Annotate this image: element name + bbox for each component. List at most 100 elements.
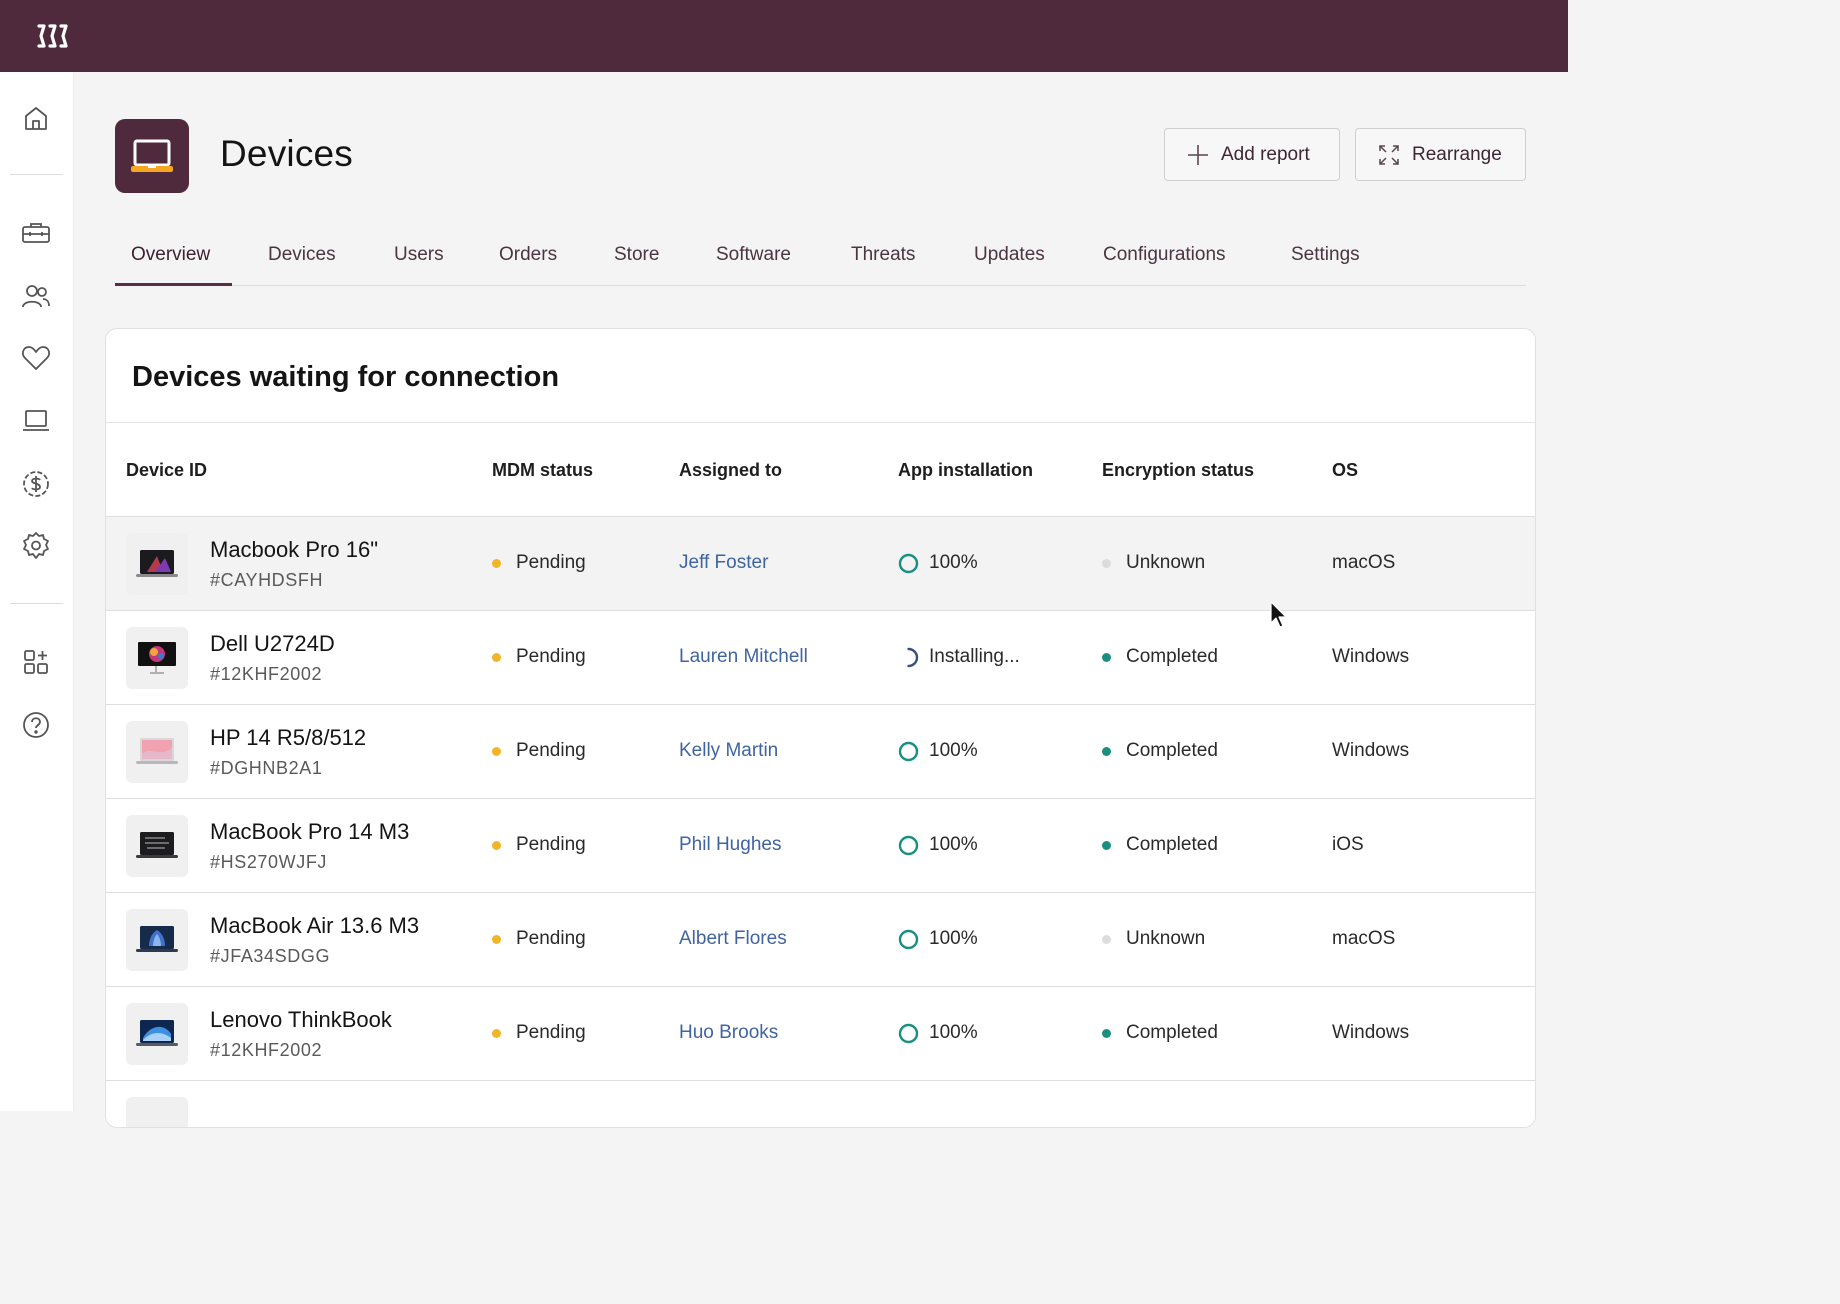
assigned-user-link[interactable]: Huo Brooks: [679, 1022, 778, 1044]
mdm-status: Pending: [492, 646, 586, 668]
encryption-status: Completed: [1102, 646, 1218, 668]
mdm-status-text: Pending: [516, 928, 586, 949]
progress-ring-icon: [898, 553, 919, 574]
app-installation: Installing...: [898, 646, 1020, 668]
progress-ring-icon: [898, 741, 919, 762]
completed-dot-icon: [1102, 746, 1111, 756]
assigned-user-link[interactable]: Albert Flores: [679, 928, 787, 950]
app-installation: 100%: [898, 834, 978, 856]
expand-icon: [1378, 144, 1400, 166]
table-row[interactable]: Dell U2724D #12KHF2002 Pending Lauren Mi…: [106, 611, 1535, 705]
tab-updates[interactable]: Updates: [974, 236, 1045, 286]
app-installation-text: 100%: [929, 1022, 978, 1043]
tab-store[interactable]: Store: [614, 236, 659, 286]
device-thumbnail: [126, 627, 188, 689]
table-row[interactable]: MacBook Pro 14 M3 #HS270WJFJ Pending Phi…: [106, 799, 1535, 893]
assigned-user-link[interactable]: Kelly Martin: [679, 740, 778, 762]
column-header-os[interactable]: OS: [1332, 460, 1358, 481]
table-row[interactable]: HP 14 R5/8/512 #DGHNB2A1 Pending Kelly M…: [106, 705, 1535, 799]
devices-waiting-card: Devices waiting for connection Device ID…: [105, 328, 1536, 1128]
help-icon[interactable]: [20, 709, 52, 741]
tab-settings[interactable]: Settings: [1291, 236, 1360, 286]
pending-dot-icon: [492, 840, 501, 850]
device-id: #CAYHDSFH: [210, 570, 324, 590]
mdm-status: Pending: [492, 552, 586, 574]
table-row[interactable]: Macbook Pro 16" #CAYHDSFH Pending Jeff F…: [106, 517, 1535, 611]
column-header-assigned-to[interactable]: Assigned to: [679, 460, 782, 481]
device-name: Macbook Pro 16": [210, 537, 379, 562]
sidebar-divider: [10, 174, 63, 175]
column-header-device-id[interactable]: Device ID: [126, 460, 207, 481]
mouse-cursor-icon: [1270, 601, 1287, 628]
device-name: Lenovo ThinkBook: [210, 1007, 392, 1032]
encryption-status-text: Completed: [1126, 834, 1218, 855]
app-installation-text: 100%: [929, 552, 978, 573]
tab-configurations[interactable]: Configurations: [1103, 236, 1226, 286]
laptop-icon[interactable]: [20, 405, 52, 437]
home-icon[interactable]: [20, 102, 52, 134]
mdm-status: Pending: [492, 740, 586, 762]
mdm-status: Pending: [492, 928, 586, 950]
add-report-label: Add report: [1221, 143, 1310, 165]
gear-icon[interactable]: [20, 530, 52, 562]
unknown-dot-icon: [1102, 558, 1111, 568]
tab-software[interactable]: Software: [716, 236, 791, 286]
card-title: Devices waiting for connection: [132, 361, 560, 393]
active-tab-indicator: [115, 283, 232, 286]
device-id: #HS270WJFJ: [210, 852, 328, 872]
mdm-status-text: Pending: [516, 740, 586, 761]
toolbox-icon[interactable]: [20, 217, 52, 249]
completed-dot-icon: [1102, 1028, 1111, 1038]
app-installation: 100%: [898, 1022, 978, 1044]
laptop-image-icon: [136, 738, 178, 764]
laptop-image-icon: [136, 926, 178, 952]
tab-users[interactable]: Users: [394, 236, 444, 286]
unknown-dot-icon: [1102, 934, 1111, 944]
tab-bar: Overview Devices Users Orders Store Soft…: [115, 236, 1526, 286]
progress-ring-icon: [898, 1023, 919, 1044]
pending-dot-icon: [492, 652, 501, 662]
pending-dot-icon: [492, 934, 501, 944]
device-thumbnail: [126, 533, 188, 595]
tab-threats[interactable]: Threats: [851, 236, 915, 286]
os-value: Windows: [1332, 740, 1410, 761]
sidebar: [0, 72, 74, 1111]
rearrange-button[interactable]: Rearrange: [1355, 128, 1526, 181]
users-icon[interactable]: [20, 280, 52, 312]
add-report-button[interactable]: Add report: [1164, 128, 1340, 181]
laptop-image-icon: [136, 1020, 178, 1046]
table-row[interactable]: MacBook Air 13.6 M3 #JFA34SDGG Pending A…: [106, 893, 1535, 987]
device-thumbnail: [126, 721, 188, 783]
device-thumbnail: [126, 1097, 188, 1127]
tab-devices[interactable]: Devices: [268, 236, 336, 286]
encryption-status-text: Unknown: [1126, 928, 1206, 949]
laptop-icon: [131, 139, 173, 172]
progress-ring-icon: [898, 929, 919, 950]
column-header-encryption-status[interactable]: Encryption status: [1102, 460, 1254, 481]
add-app-icon[interactable]: [20, 646, 52, 678]
app-installation-text: 100%: [929, 740, 978, 761]
brand-logo-icon[interactable]: [36, 22, 70, 50]
tab-orders[interactable]: Orders: [499, 236, 557, 286]
assigned-user-link[interactable]: Phil Hughes: [679, 834, 781, 856]
column-header-mdm-status[interactable]: MDM status: [492, 460, 593, 481]
device-thumbnail: [126, 909, 188, 971]
device-id: #JFA34SDGG: [210, 946, 331, 966]
spinner-icon: [898, 647, 919, 668]
assigned-user-link[interactable]: Jeff Foster: [679, 552, 768, 574]
app-installation: 100%: [898, 928, 978, 950]
table-row[interactable]: [106, 1081, 1535, 1127]
sidebar-divider: [10, 603, 63, 604]
heart-icon[interactable]: [20, 342, 52, 374]
dollar-icon[interactable]: [20, 468, 52, 500]
tab-overview[interactable]: Overview: [131, 236, 210, 286]
table-row[interactable]: Lenovo ThinkBook #12KHF2002 Pending Huo …: [106, 987, 1535, 1081]
encryption-status: Unknown: [1102, 928, 1205, 950]
pending-dot-icon: [492, 746, 501, 756]
os-value: Windows: [1332, 646, 1410, 667]
column-header-app-installation[interactable]: App installation: [898, 460, 1033, 481]
card-divider: [106, 422, 1535, 423]
assigned-user-link[interactable]: Lauren Mitchell: [679, 646, 808, 668]
app-installation-text: Installing...: [929, 646, 1020, 667]
encryption-status-text: Completed: [1126, 646, 1218, 667]
